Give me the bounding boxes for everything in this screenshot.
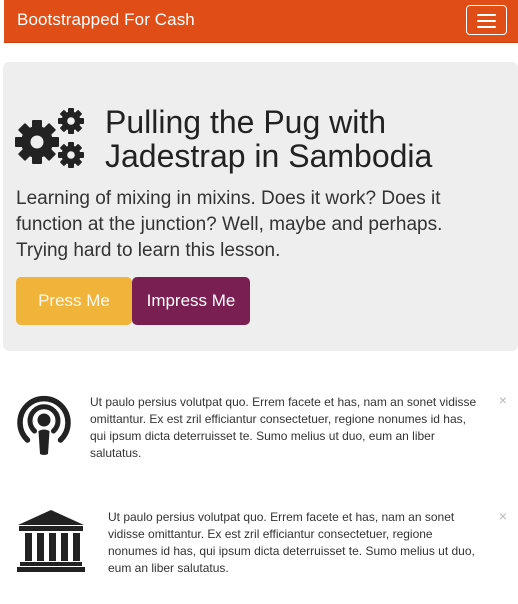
navbar-brand[interactable]: Bootstrapped For Cash (17, 10, 195, 30)
media-item-text: Ut paulo persius volutpat quo. Errem fac… (90, 395, 477, 460)
media-item-text: Ut paulo persius volutpat quo. Errem fac… (108, 510, 475, 575)
lead-text: Learning of mixing in mixins. Does it wo… (16, 188, 443, 261)
media-item: Ut paulo persius volutpat quo. Errem fac… (0, 388, 518, 468)
close-icon[interactable]: × (497, 509, 509, 523)
jumbotron: Pulling the Pug with Jadestrap in Sambod… (3, 62, 518, 351)
navbar-toggle-button[interactable] (466, 5, 507, 35)
page-title: Pulling the Pug with Jadestrap in Sambod… (105, 104, 433, 174)
press-me-button[interactable]: Press Me (16, 277, 132, 325)
gears-icon (15, 108, 84, 168)
bank-icon (17, 510, 85, 572)
podcast-icon (17, 395, 71, 455)
media-item: Ut paulo persius volutpat quo. Errem fac… (0, 504, 518, 584)
impress-me-button[interactable]: Impress Me (132, 277, 250, 325)
close-icon[interactable]: × (497, 393, 509, 407)
navbar: Bootstrapped For Cash (4, 0, 518, 43)
